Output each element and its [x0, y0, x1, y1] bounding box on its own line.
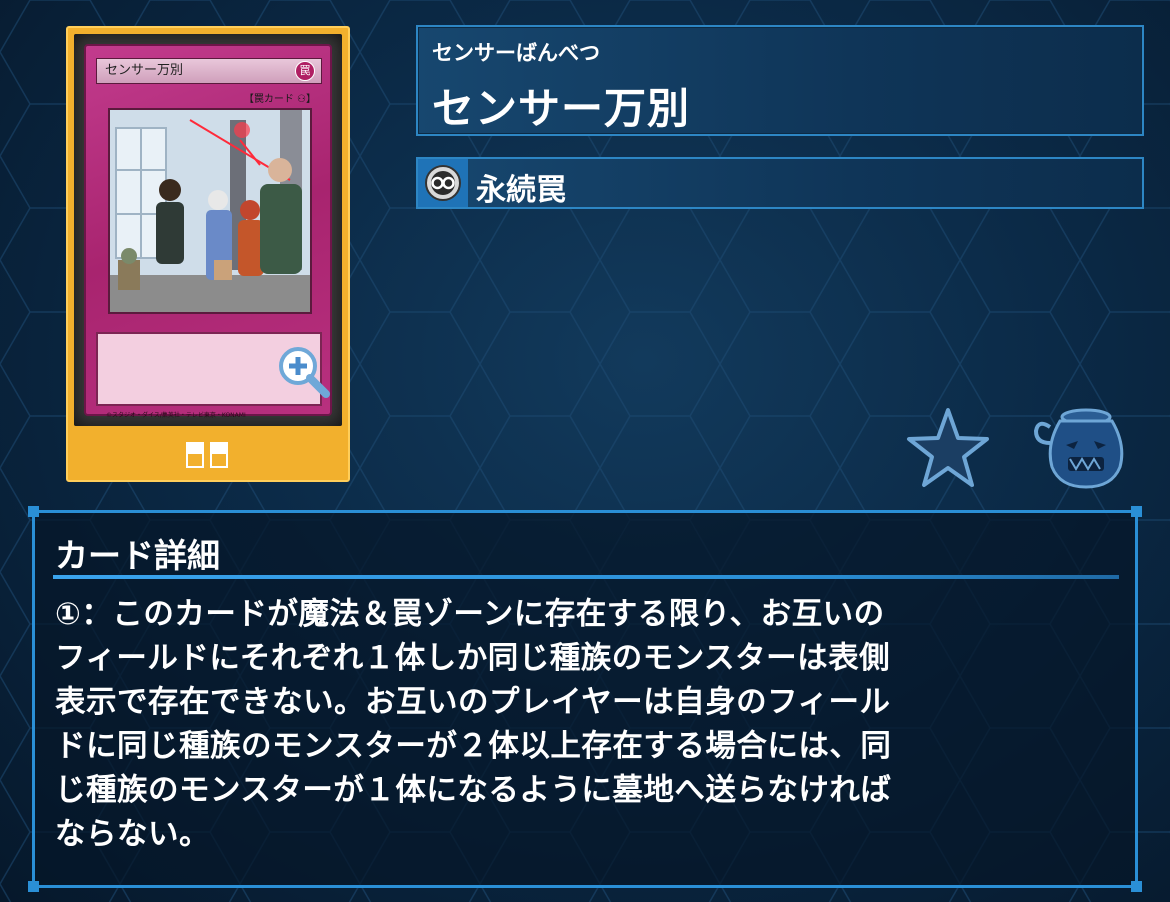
zoom-in-icon[interactable]: [276, 344, 332, 400]
card-artwork: [108, 108, 312, 314]
card-copyright: ©スタジオ・ダイス/集英社・テレビ東京・KONAMI: [106, 412, 246, 419]
type-icon-box: [418, 159, 468, 207]
detail-heading: カード詳細: [55, 536, 220, 575]
panel-corner: [28, 506, 39, 517]
panel-corner: [1131, 506, 1142, 517]
card-detail-panel: カード詳細 ①：このカードが魔法＆罠ゾーンに存在する限り、お互いの フィールドに…: [28, 506, 1142, 892]
card-name-panel: センサーばんべつ センサー万別: [416, 25, 1144, 136]
card-type-label: 永続罠: [476, 173, 566, 208]
panel-corner: [28, 881, 39, 892]
card-type-panel: 永続罠: [416, 157, 1144, 209]
card-attribute-badge: 罠: [295, 61, 315, 81]
panel-corner: [1131, 881, 1142, 892]
trap-card: センサー万別 罠 【罠カード ⚇】 ©スタジオ・ダイス/集英社・テレビ東京・KO…: [84, 44, 332, 419]
card-type-line: 【罠カード ⚇】: [243, 94, 316, 105]
card-name-bar: センサー万別 罠: [96, 58, 322, 84]
detail-divider: [53, 575, 1119, 579]
card-name-bar-text: センサー万別: [105, 63, 184, 78]
continuous-trap-icon: [425, 165, 461, 201]
card-name-ruby: センサーばんべつ: [432, 41, 600, 65]
double-card-icon[interactable]: [184, 440, 230, 470]
pot-of-greed-icon[interactable]: [1030, 405, 1126, 491]
card-effect-text: ①：このカードが魔法＆罠ゾーンに存在する限り、お互いの フィールドにそれぞれ１体…: [55, 597, 892, 852]
card-image-panel: センサー万別 罠 【罠カード ⚇】 ©スタジオ・ダイス/集英社・テレビ東京・KO…: [66, 26, 350, 482]
star-icon[interactable]: [906, 406, 990, 488]
card-image[interactable]: センサー万別 罠 【罠カード ⚇】 ©スタジオ・ダイス/集英社・テレビ東京・KO…: [74, 34, 342, 426]
card-artwork-illustration: [110, 110, 310, 312]
card-name: センサー万別: [432, 84, 691, 133]
